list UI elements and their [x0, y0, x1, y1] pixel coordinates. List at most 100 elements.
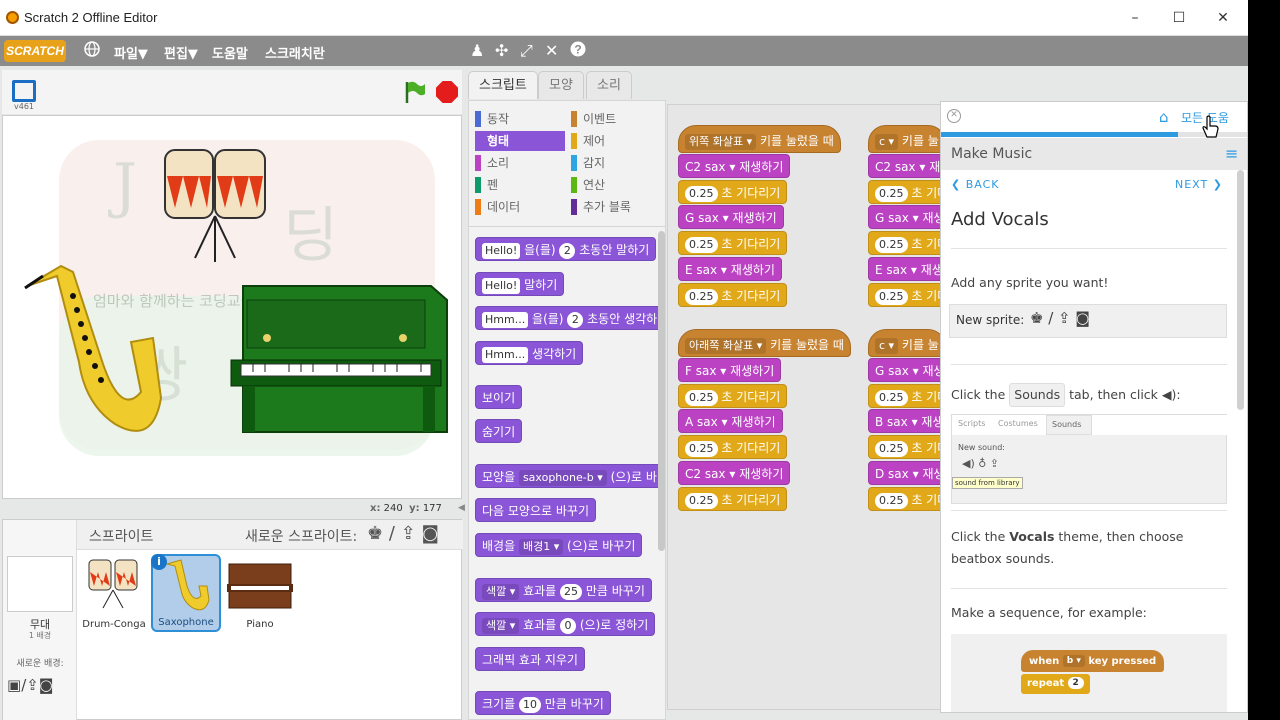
- tab-scripts[interactable]: 스크립트: [468, 71, 538, 99]
- collapse-arrow-icon[interactable]: ◀: [458, 503, 465, 513]
- menu-about[interactable]: 스크래치란: [265, 43, 325, 62]
- category-data[interactable]: 데이터: [475, 197, 565, 217]
- category-more-blocks[interactable]: 추가 블록: [571, 197, 661, 217]
- home-icon[interactable]: ⌂: [1159, 108, 1169, 126]
- block-set-effect[interactable]: 색깔 ▾ 효과를 0 (으)로 정하기: [475, 612, 656, 636]
- play-note-block[interactable]: E sax ▾ 재생: [868, 257, 950, 281]
- block-say[interactable]: Hello! 말하기: [475, 272, 565, 296]
- when-key-pressed-hat[interactable]: c ▾ 키를 눌: [868, 329, 946, 357]
- shrink-tool-icon[interactable]: ✕: [545, 41, 558, 60]
- tip-text-3: Click the Vocals theme, then choose beat…: [951, 529, 1184, 566]
- category-events[interactable]: 이벤트: [571, 109, 661, 129]
- close-button[interactable]: ✕: [1200, 6, 1246, 30]
- window-title: Scratch 2 Offline Editor: [24, 10, 158, 25]
- stop-icon[interactable]: [436, 81, 458, 103]
- wait-block[interactable]: 0.25 초 기다리기: [678, 180, 788, 204]
- play-note-block[interactable]: F sax ▾ 재생하기: [678, 358, 782, 382]
- sprite-thumb-piano[interactable]: Piano: [225, 554, 295, 632]
- info-icon[interactable]: i: [151, 554, 167, 570]
- sprite-thumb-saxophone[interactable]: i Saxophone: [151, 554, 221, 632]
- tip-text-4: Make a sequence, for example:: [951, 605, 1147, 620]
- version-label: v461: [14, 102, 35, 111]
- sequence-example: when b ▾ key pressed repeat 2: [951, 634, 1227, 712]
- block-show[interactable]: 보이기: [475, 385, 523, 409]
- camera-sprite-icon[interactable]: ◙: [422, 523, 439, 544]
- menu-edit[interactable]: 편집▼: [164, 43, 198, 62]
- tip-text-2: Click the Sounds tab, then click ◀):: [951, 383, 1181, 407]
- block-switch-backdrop[interactable]: 배경을 배경1 ▾ (으)로 바꾸기: [475, 533, 643, 557]
- upload-icon[interactable]: ⇪: [26, 676, 39, 694]
- category-operators[interactable]: 연산: [571, 175, 661, 195]
- wait-block[interactable]: 0.25 초 기다리기: [678, 384, 788, 408]
- category-list: 동작 이벤트 형태 제어 소리 감지 펜 연산 데이터 추가 블록: [469, 101, 665, 227]
- category-sound[interactable]: 소리: [475, 153, 565, 173]
- play-note-block[interactable]: C2 sax ▾ 재생하기: [678, 461, 791, 485]
- duplicate-tool-icon[interactable]: ♟: [470, 41, 484, 60]
- palette-scrollbar[interactable]: [658, 231, 665, 551]
- tip-text-1: Add any sprite you want!: [951, 275, 1109, 290]
- next-link[interactable]: NEXT ❯: [1175, 178, 1223, 191]
- when-key-pressed-hat[interactable]: 위쪽 화살표 ▾ 키를 눌렀을 때: [678, 125, 841, 153]
- block-clear-effects[interactable]: 그래픽 효과 지우기: [475, 647, 585, 671]
- block-change-size[interactable]: 크기를 10 만큼 바꾸기: [475, 691, 611, 715]
- sprite-thumb-drum-conga[interactable]: Drum-Conga: [79, 554, 149, 632]
- play-note-block[interactable]: A sax ▾ 재생하기: [678, 409, 783, 433]
- step-title: Add Vocals: [951, 209, 1049, 230]
- close-tips-icon[interactable]: ✕: [947, 109, 961, 123]
- mouse-coordinates: x: 240 y: 177: [370, 503, 442, 514]
- sprite-header: 스프라이트 새로운 스프라이트: ♚ / ⇪ ◙: [77, 520, 463, 550]
- sprite-name: Drum-Conga: [82, 619, 146, 630]
- tab-sounds[interactable]: 소리: [586, 71, 632, 99]
- maximize-button[interactable]: ☐: [1156, 6, 1202, 30]
- sprite-name: Saxophone: [158, 617, 214, 628]
- back-link[interactable]: ❮ BACK: [951, 178, 1000, 191]
- minimize-button[interactable]: –: [1112, 6, 1158, 30]
- block-change-effect[interactable]: 색깔 ▾ 효과를 25 만큼 바꾸기: [475, 578, 652, 602]
- wait-block[interactable]: 0.25 초 기다리기: [678, 435, 788, 459]
- sprite-library-icon[interactable]: ♚: [367, 523, 383, 544]
- menu-file[interactable]: 파일▼: [114, 43, 148, 62]
- tab-costumes[interactable]: 모양: [538, 71, 584, 99]
- block-say-for-secs[interactable]: Hello! 을(를) 2 초동안 말하기: [475, 237, 657, 261]
- tips-section-title: Make Music: [951, 146, 1033, 162]
- block-switch-costume[interactable]: 모양을 saxophone-b ▾ (으)로 바: [475, 464, 664, 488]
- category-pen[interactable]: 펜: [475, 175, 565, 195]
- grow-tool-icon[interactable]: ⤢: [520, 41, 533, 61]
- camera-icon[interactable]: ◙: [39, 676, 54, 694]
- stage-selector[interactable]: 무대 1 배경 새로운 배경: ▣/⇪◙: [3, 520, 77, 720]
- stage[interactable]: J 딩 엄마와 함께하는 코딩교실 쌍 쌤: [2, 115, 462, 499]
- menu-icon[interactable]: ≡: [1225, 144, 1238, 163]
- menu-help[interactable]: 도움말: [212, 43, 248, 62]
- play-note-block[interactable]: C2 sax ▾ 재생하기: [678, 154, 791, 178]
- scratch-cat-icon: [6, 11, 19, 24]
- category-motion[interactable]: 동작: [475, 109, 565, 129]
- when-key-pressed-hat[interactable]: c ▾ 키를 눌: [868, 125, 946, 153]
- when-key-pressed-hat[interactable]: 아래쪽 화살표 ▾ 키를 눌렀을 때: [678, 329, 851, 357]
- globe-icon[interactable]: [84, 41, 100, 61]
- block-next-costume[interactable]: 다음 모양으로 바꾸기: [475, 498, 596, 522]
- green-flag-icon[interactable]: [404, 80, 426, 104]
- category-control[interactable]: 제어: [571, 131, 661, 151]
- play-note-block[interactable]: G sax ▾ 재생하기: [678, 205, 784, 229]
- new-sprite-label: 새로운 스프라이트:: [245, 529, 358, 545]
- play-note-block[interactable]: B sax ▾ 재생: [868, 409, 951, 433]
- tips-scrollbar[interactable]: [1237, 170, 1244, 410]
- category-sensing[interactable]: 감지: [571, 153, 661, 173]
- block-hide[interactable]: 숨기기: [475, 419, 523, 443]
- cut-tool-icon[interactable]: ✣: [495, 41, 508, 60]
- block-think[interactable]: Hmm... 생각하기: [475, 341, 584, 365]
- paint-sprite-icon[interactable]: /: [389, 523, 395, 544]
- wait-block[interactable]: 0.25 초 기다리기: [678, 487, 788, 511]
- help-tool-icon[interactable]: ?: [570, 41, 586, 61]
- fullscreen-icon[interactable]: [12, 80, 36, 102]
- block-think-for-secs[interactable]: Hmm... 을(를) 2 초동안 생각하: [475, 306, 665, 330]
- play-note-block[interactable]: D sax ▾ 재생: [868, 461, 952, 485]
- scratch-logo[interactable]: SCRATCH: [4, 40, 66, 62]
- wait-block[interactable]: 0.25 초 기다리기: [678, 283, 788, 307]
- wait-block[interactable]: 0.25 초 기다리기: [678, 231, 788, 255]
- stage-thumbnail[interactable]: [7, 556, 73, 612]
- backdrop-library-icon[interactable]: ▣: [7, 676, 21, 694]
- upload-sprite-icon[interactable]: ⇪: [401, 523, 416, 544]
- category-looks[interactable]: 형태: [475, 131, 565, 151]
- play-note-block[interactable]: E sax ▾ 재생하기: [678, 257, 782, 281]
